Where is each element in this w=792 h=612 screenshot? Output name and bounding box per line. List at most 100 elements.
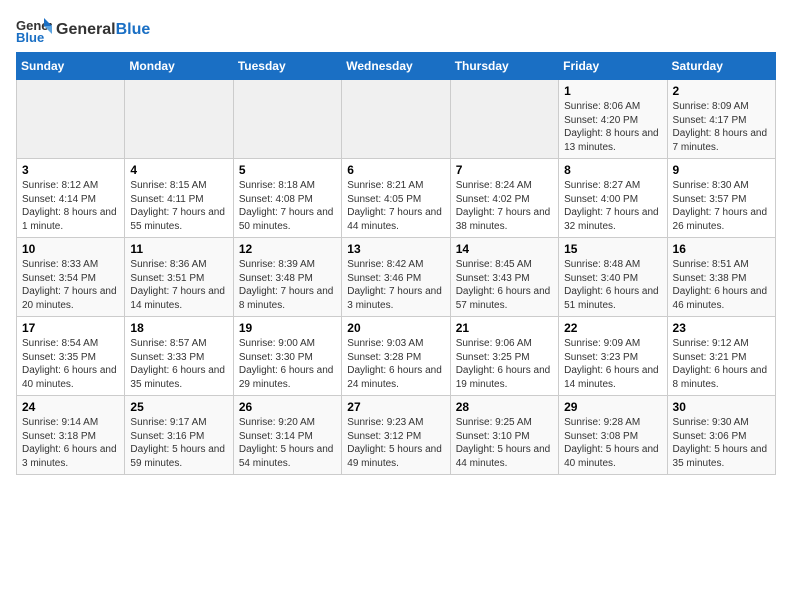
day-info: Sunrise: 8:12 AM Sunset: 4:14 PM Dayligh…	[22, 179, 119, 233]
day-info: Sunrise: 8:24 AM Sunset: 4:02 PM Dayligh…	[456, 179, 553, 233]
calendar-cell: 12 Sunrise: 8:39 AM Sunset: 3:48 PM Dayli…	[233, 238, 341, 317]
weekday-header: Friday	[559, 53, 667, 80]
day-info: Sunrise: 9:23 AM Sunset: 3:12 PM Dayligh…	[347, 416, 444, 470]
day-info: Sunrise: 8:33 AM Sunset: 3:54 PM Dayligh…	[22, 258, 119, 312]
day-number: 23	[673, 321, 770, 335]
weekday-header: Tuesday	[233, 53, 341, 80]
day-info: Sunrise: 8:21 AM Sunset: 4:05 PM Dayligh…	[347, 179, 444, 233]
day-info: Sunrise: 9:20 AM Sunset: 3:14 PM Dayligh…	[239, 416, 336, 470]
day-number: 13	[347, 242, 444, 256]
day-info: Sunrise: 8:48 AM Sunset: 3:40 PM Dayligh…	[564, 258, 661, 312]
day-number: 27	[347, 400, 444, 414]
day-info: Sunrise: 9:28 AM Sunset: 3:08 PM Dayligh…	[564, 416, 661, 470]
day-number: 20	[347, 321, 444, 335]
calendar-cell: 28 Sunrise: 9:25 AM Sunset: 3:10 PM Dayli…	[450, 396, 558, 475]
day-info: Sunrise: 9:09 AM Sunset: 3:23 PM Dayligh…	[564, 337, 661, 391]
day-info: Sunrise: 8:42 AM Sunset: 3:46 PM Dayligh…	[347, 258, 444, 312]
calendar-cell: 21 Sunrise: 9:06 AM Sunset: 3:25 PM Dayli…	[450, 317, 558, 396]
day-number: 15	[564, 242, 661, 256]
calendar-cell: 14 Sunrise: 8:45 AM Sunset: 3:43 PM Dayli…	[450, 238, 558, 317]
day-number: 17	[22, 321, 119, 335]
day-number: 21	[456, 321, 553, 335]
calendar-cell: 7 Sunrise: 8:24 AM Sunset: 4:02 PM Daylig…	[450, 159, 558, 238]
calendar-header: SundayMondayTuesdayWednesdayThursdayFrid…	[17, 53, 776, 80]
day-number: 2	[673, 84, 770, 98]
calendar-cell: 11 Sunrise: 8:36 AM Sunset: 3:51 PM Dayli…	[125, 238, 233, 317]
day-info: Sunrise: 8:57 AM Sunset: 3:33 PM Dayligh…	[130, 337, 227, 391]
calendar-cell: 18 Sunrise: 8:57 AM Sunset: 3:33 PM Dayli…	[125, 317, 233, 396]
day-number: 25	[130, 400, 227, 414]
calendar-cell: 15 Sunrise: 8:48 AM Sunset: 3:40 PM Dayli…	[559, 238, 667, 317]
calendar-cell: 8 Sunrise: 8:27 AM Sunset: 4:00 PM Daylig…	[559, 159, 667, 238]
calendar-cell: 2 Sunrise: 8:09 AM Sunset: 4:17 PM Daylig…	[667, 80, 775, 159]
day-number: 16	[673, 242, 770, 256]
day-number: 11	[130, 242, 227, 256]
calendar-cell: 25 Sunrise: 9:17 AM Sunset: 3:16 PM Dayli…	[125, 396, 233, 475]
calendar-cell	[342, 80, 450, 159]
calendar-cell: 4 Sunrise: 8:15 AM Sunset: 4:11 PM Daylig…	[125, 159, 233, 238]
day-info: Sunrise: 9:03 AM Sunset: 3:28 PM Dayligh…	[347, 337, 444, 391]
day-info: Sunrise: 8:06 AM Sunset: 4:20 PM Dayligh…	[564, 100, 661, 154]
day-number: 4	[130, 163, 227, 177]
calendar-cell: 3 Sunrise: 8:12 AM Sunset: 4:14 PM Daylig…	[17, 159, 125, 238]
day-info: Sunrise: 8:36 AM Sunset: 3:51 PM Dayligh…	[130, 258, 227, 312]
day-info: Sunrise: 8:18 AM Sunset: 4:08 PM Dayligh…	[239, 179, 336, 233]
day-number: 26	[239, 400, 336, 414]
day-number: 1	[564, 84, 661, 98]
day-number: 3	[22, 163, 119, 177]
day-info: Sunrise: 9:25 AM Sunset: 3:10 PM Dayligh…	[456, 416, 553, 470]
day-info: Sunrise: 8:27 AM Sunset: 4:00 PM Dayligh…	[564, 179, 661, 233]
day-info: Sunrise: 8:39 AM Sunset: 3:48 PM Dayligh…	[239, 258, 336, 312]
day-info: Sunrise: 9:14 AM Sunset: 3:18 PM Dayligh…	[22, 416, 119, 470]
calendar-cell: 29 Sunrise: 9:28 AM Sunset: 3:08 PM Dayli…	[559, 396, 667, 475]
day-number: 14	[456, 242, 553, 256]
svg-text:Blue: Blue	[16, 30, 44, 44]
day-number: 8	[564, 163, 661, 177]
page-header: General Blue GeneralBlue	[16, 16, 776, 44]
logo: General Blue GeneralBlue	[16, 16, 150, 44]
day-number: 7	[456, 163, 553, 177]
calendar-cell: 24 Sunrise: 9:14 AM Sunset: 3:18 PM Dayli…	[17, 396, 125, 475]
day-info: Sunrise: 8:45 AM Sunset: 3:43 PM Dayligh…	[456, 258, 553, 312]
day-number: 5	[239, 163, 336, 177]
calendar-cell: 17 Sunrise: 8:54 AM Sunset: 3:35 PM Dayli…	[17, 317, 125, 396]
calendar-cell	[233, 80, 341, 159]
day-number: 24	[22, 400, 119, 414]
day-info: Sunrise: 9:06 AM Sunset: 3:25 PM Dayligh…	[456, 337, 553, 391]
calendar-cell: 26 Sunrise: 9:20 AM Sunset: 3:14 PM Dayli…	[233, 396, 341, 475]
calendar-cell	[125, 80, 233, 159]
calendar-body: 1 Sunrise: 8:06 AM Sunset: 4:20 PM Daylig…	[17, 80, 776, 475]
calendar-cell: 23Sunrise: 9:12 AM Sunset: 3:21 PM Dayli…	[667, 317, 775, 396]
day-info: Sunrise: 9:00 AM Sunset: 3:30 PM Dayligh…	[239, 337, 336, 391]
calendar-cell: 27 Sunrise: 9:23 AM Sunset: 3:12 PM Dayli…	[342, 396, 450, 475]
day-info: Sunrise: 9:17 AM Sunset: 3:16 PM Dayligh…	[130, 416, 227, 470]
day-number: 18	[130, 321, 227, 335]
calendar-cell: 19 Sunrise: 9:00 AM Sunset: 3:30 PM Dayli…	[233, 317, 341, 396]
day-number: 10	[22, 242, 119, 256]
weekday-header: Wednesday	[342, 53, 450, 80]
calendar-cell: 16 Sunrise: 8:51 AM Sunset: 3:38 PM Dayli…	[667, 238, 775, 317]
day-info: Sunrise: 8:51 AM Sunset: 3:38 PM Dayligh…	[673, 258, 770, 312]
day-number: 6	[347, 163, 444, 177]
day-number: 19	[239, 321, 336, 335]
calendar-cell: 20 Sunrise: 9:03 AM Sunset: 3:28 PM Dayli…	[342, 317, 450, 396]
calendar-cell: 13 Sunrise: 8:42 AM Sunset: 3:46 PM Dayli…	[342, 238, 450, 317]
weekday-header: Sunday	[17, 53, 125, 80]
calendar-cell: 22Sunrise: 9:09 AM Sunset: 3:23 PM Dayli…	[559, 317, 667, 396]
calendar-cell: 6 Sunrise: 8:21 AM Sunset: 4:05 PM Daylig…	[342, 159, 450, 238]
calendar-cell: 30 Sunrise: 9:30 AM Sunset: 3:06 PM Dayli…	[667, 396, 775, 475]
weekday-header: Thursday	[450, 53, 558, 80]
day-info: Sunrise: 8:09 AM Sunset: 4:17 PM Dayligh…	[673, 100, 770, 154]
day-info: Sunrise: 9:30 AM Sunset: 3:06 PM Dayligh…	[673, 416, 770, 470]
calendar-table: SundayMondayTuesdayWednesdayThursdayFrid…	[16, 52, 776, 475]
logo-icon: General Blue	[16, 16, 52, 44]
calendar-cell: 9Sunrise: 8:30 AM Sunset: 3:57 PM Daylig…	[667, 159, 775, 238]
calendar-cell: 10 Sunrise: 8:33 AM Sunset: 3:54 PM Dayli…	[17, 238, 125, 317]
day-info: Sunrise: 8:15 AM Sunset: 4:11 PM Dayligh…	[130, 179, 227, 233]
day-info: Sunrise: 8:54 AM Sunset: 3:35 PM Dayligh…	[22, 337, 119, 391]
day-number: 28	[456, 400, 553, 414]
day-number: 29	[564, 400, 661, 414]
calendar-cell	[450, 80, 558, 159]
day-number: 12	[239, 242, 336, 256]
day-number: 30	[673, 400, 770, 414]
